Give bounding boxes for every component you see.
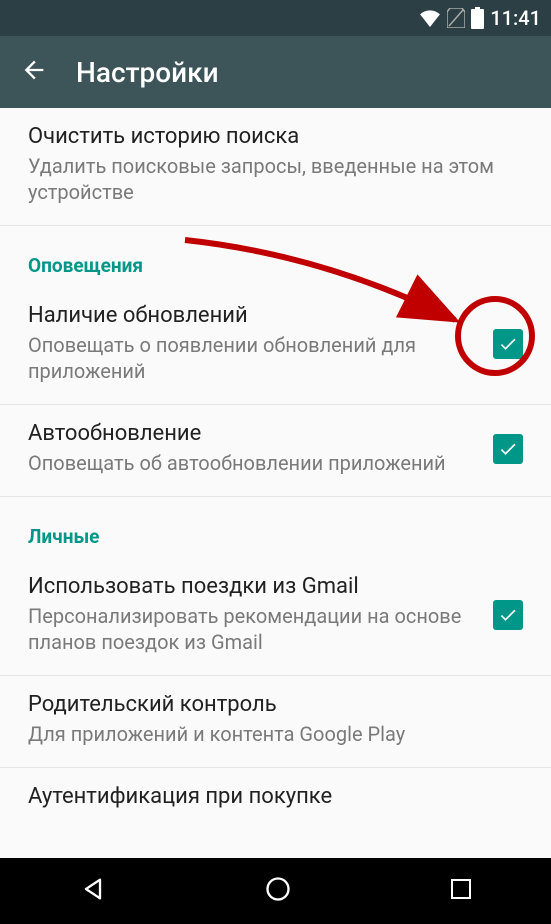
row-auto-update[interactable]: Автообновление Оповещать об автообновлен… xyxy=(0,405,551,497)
row-authentication-purchase[interactable]: Аутентификация при покупке xyxy=(0,768,551,809)
row-clear-search-history[interactable]: Очистить историю поиска Удалить поисковы… xyxy=(0,108,551,226)
nav-recent-icon[interactable] xyxy=(449,877,473,905)
checkmark-icon xyxy=(498,439,518,459)
status-bar-clock: 11:41 xyxy=(490,6,541,30)
row-title: Использовать поездки из Gmail xyxy=(28,574,477,599)
checkmark-icon xyxy=(498,334,518,354)
app-bar: Настройки xyxy=(0,36,551,108)
checkbox-auto-update[interactable] xyxy=(493,434,523,464)
row-subtitle: Оповещать об автообновлении приложений xyxy=(28,450,477,476)
battery-icon xyxy=(471,7,484,29)
row-subtitle: Удалить поисковые запросы, введенные на … xyxy=(28,153,523,205)
section-header-notifications: Оповещения xyxy=(0,226,551,287)
status-bar: 11:41 xyxy=(0,0,551,36)
checkbox-updates-available[interactable] xyxy=(493,329,523,359)
row-subtitle: Для приложений и контента Google Play xyxy=(28,721,523,747)
row-title: Очистить историю поиска xyxy=(28,124,523,149)
row-subtitle: Персонализировать рекомендации на основе… xyxy=(28,603,477,655)
row-title: Наличие обновлений xyxy=(28,303,477,328)
row-subtitle: Оповещать о появлении обновлений для при… xyxy=(28,332,477,384)
sim-icon xyxy=(447,8,465,28)
row-gmail-trips[interactable]: Использовать поездки из Gmail Персонализ… xyxy=(0,558,551,676)
back-icon[interactable] xyxy=(20,56,48,88)
checkmark-icon xyxy=(498,605,518,625)
nav-back-icon[interactable] xyxy=(79,875,107,907)
row-title: Аутентификация при покупке xyxy=(28,784,523,809)
nav-home-icon[interactable] xyxy=(264,875,292,907)
page-title: Настройки xyxy=(76,56,219,89)
navigation-bar xyxy=(0,858,551,924)
section-header-personal: Личные xyxy=(0,497,551,558)
row-title: Родительский контроль xyxy=(28,692,523,717)
checkbox-gmail-trips[interactable] xyxy=(493,600,523,630)
row-updates-available[interactable]: Наличие обновлений Оповещать о появлении… xyxy=(0,287,551,405)
row-title: Автообновление xyxy=(28,421,477,446)
wifi-icon xyxy=(419,9,441,27)
settings-list: Очистить историю поиска Удалить поисковы… xyxy=(0,108,551,858)
row-parental-control[interactable]: Родительский контроль Для приложений и к… xyxy=(0,676,551,768)
